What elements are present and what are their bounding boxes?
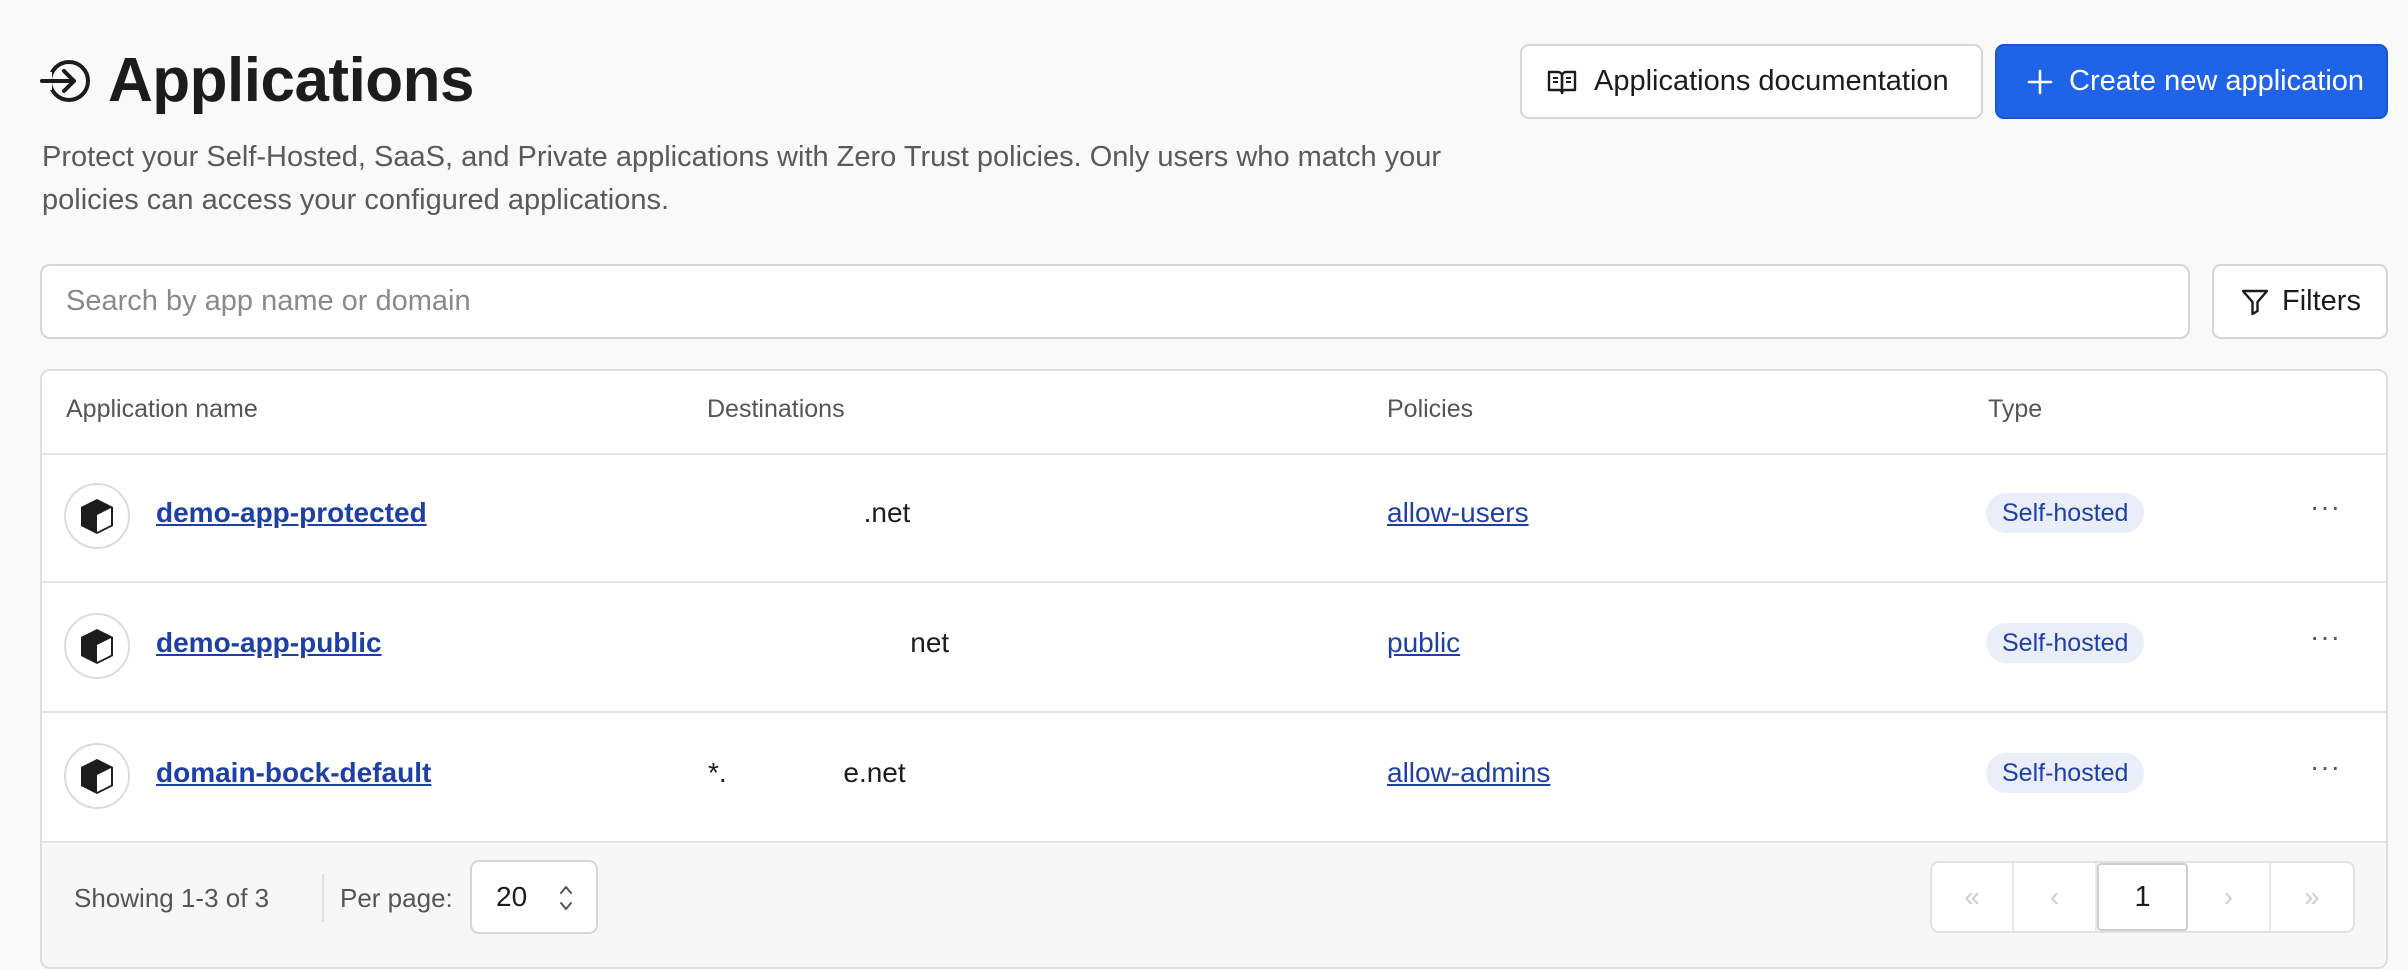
book-icon (1547, 70, 1577, 94)
table-header: Application name Destinations Policies T… (42, 371, 2386, 455)
column-policies[interactable]: Policies (1387, 395, 1473, 424)
applications-documentation-label: Applications documentation (1594, 65, 1949, 97)
type-badge: Self-hosted (1986, 623, 2145, 663)
footer-divider (322, 874, 324, 922)
table-footer: Showing 1-3 of 3 Per page: 20 « ‹ 1 › » (42, 844, 2386, 967)
sign-in-arrow-icon (40, 60, 90, 102)
table-row: demo-app-public net public Self-hosted ·… (42, 583, 2386, 713)
applications-table: Application name Destinations Policies T… (40, 369, 2388, 969)
chevron-up-down-icon (560, 886, 572, 910)
create-new-application-button[interactable]: Create new application (1995, 44, 2388, 119)
column-application-name[interactable]: Application name (66, 395, 258, 424)
policy-link[interactable]: allow-users (1387, 497, 1529, 529)
cube-icon (64, 613, 130, 679)
type-badge: Self-hosted (1986, 493, 2145, 533)
previous-page-button[interactable]: ‹ (2014, 863, 2097, 931)
plus-icon (2027, 69, 2053, 94)
filters-label: Filters (2282, 285, 2361, 317)
destination: net (708, 627, 950, 658)
table-row: domain-bock-default *. e.net allow-admin… (42, 713, 2386, 843)
cube-icon (64, 743, 130, 809)
policy-link[interactable]: allow-admins (1387, 757, 1550, 789)
showing-count: Showing 1-3 of 3 (74, 883, 270, 913)
create-new-application-label: Create new application (2069, 65, 2365, 97)
column-type[interactable]: Type (1988, 395, 2042, 424)
filters-button[interactable]: Filters (2212, 264, 2388, 339)
destination: .net (708, 497, 911, 528)
next-page-button[interactable]: › (2188, 863, 2271, 931)
destination: *. e.net (708, 757, 906, 788)
policy-link[interactable]: public (1387, 627, 1460, 659)
table-row: demo-app-protected .net allow-users Self… (42, 453, 2386, 583)
app-name-link[interactable]: demo-app-public (156, 627, 382, 659)
funnel-icon (2241, 289, 2269, 315)
row-menu-button[interactable]: ··· (2310, 621, 2341, 653)
pagination: « ‹ 1 › » (1930, 861, 2355, 933)
page-description: Protect your Self-Hosted, SaaS, and Priv… (42, 141, 1442, 216)
page-title: Applications (108, 46, 475, 115)
cube-icon (64, 483, 130, 549)
app-name-link[interactable]: domain-bock-default (156, 757, 431, 789)
column-destinations[interactable]: Destinations (707, 395, 845, 424)
per-page-value: 20 (496, 881, 528, 912)
applications-documentation-button[interactable]: Applications documentation (1520, 44, 1983, 119)
row-menu-button[interactable]: ··· (2310, 751, 2341, 783)
current-page[interactable]: 1 (2096, 863, 2189, 931)
row-menu-button[interactable]: ··· (2310, 491, 2341, 523)
per-page-select[interactable]: 20 (470, 860, 598, 934)
type-badge: Self-hosted (1986, 753, 2145, 793)
app-name-link[interactable]: demo-app-protected (156, 497, 427, 529)
last-page-button[interactable]: » (2271, 863, 2353, 931)
per-page-label: Per page: (340, 883, 453, 913)
first-page-button[interactable]: « (1932, 863, 2015, 931)
search-input[interactable] (40, 264, 2190, 339)
